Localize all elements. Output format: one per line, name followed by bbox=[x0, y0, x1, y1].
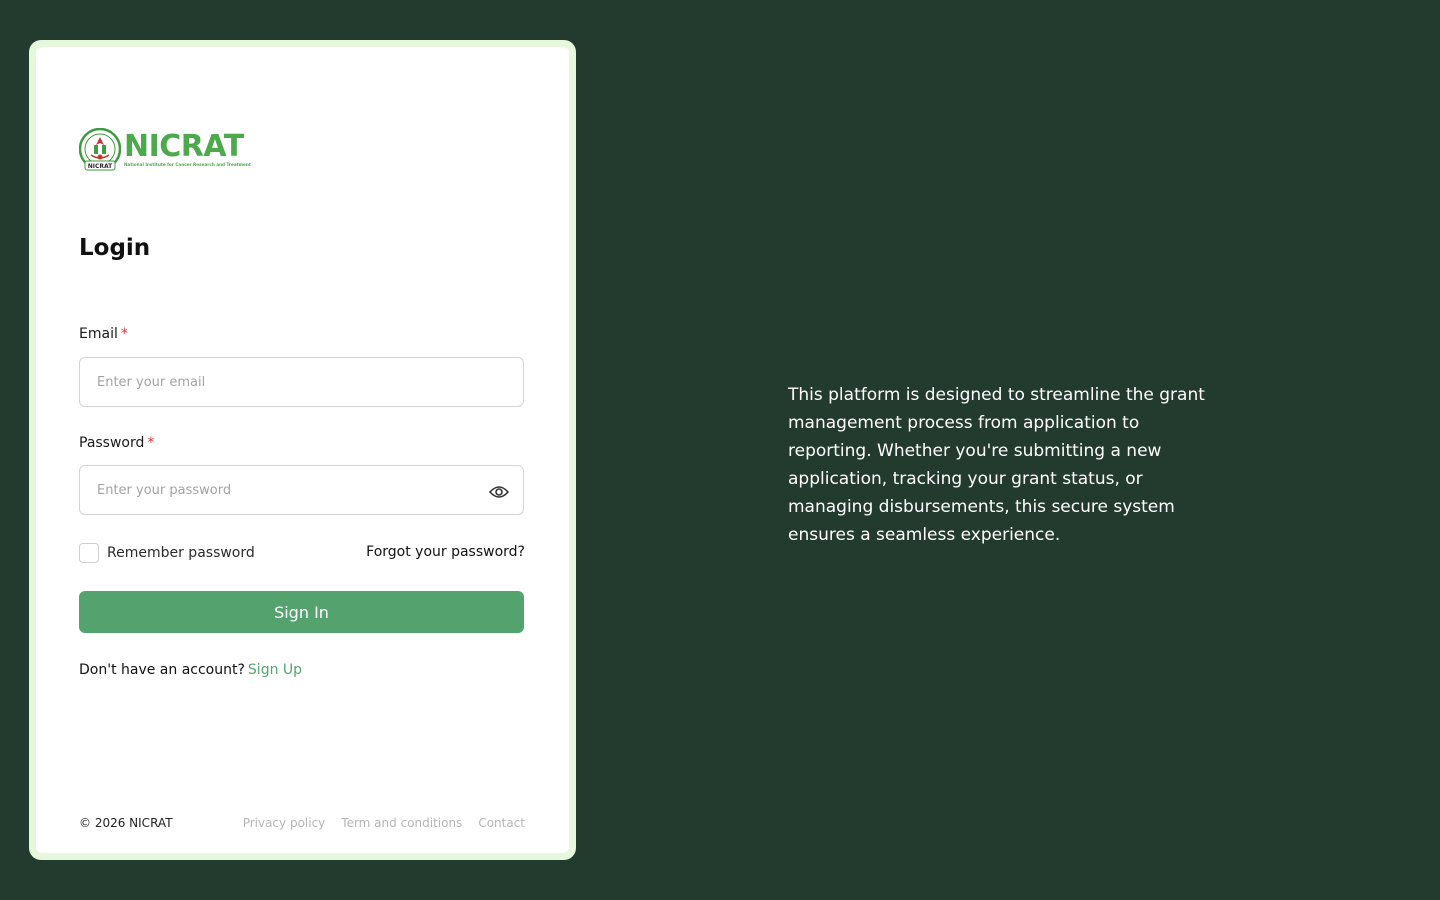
seal-text: NICRAT bbox=[88, 163, 113, 170]
password-label-text: Password bbox=[79, 435, 145, 451]
terms-link[interactable]: Term and conditions bbox=[341, 816, 462, 830]
password-input[interactable] bbox=[79, 465, 524, 515]
eye-icon[interactable] bbox=[488, 484, 510, 500]
login-card-inner: NICRAT NICRAT National Institute for Can… bbox=[36, 47, 569, 853]
sign-in-button[interactable]: Sign In bbox=[79, 591, 524, 633]
signup-prompt: Don't have an account? bbox=[79, 662, 245, 678]
forgot-password-link[interactable]: Forgot your password? bbox=[366, 544, 525, 560]
password-required-marker: * bbox=[147, 435, 155, 451]
logo-text-block: NICRAT National Institute for Cancer Res… bbox=[124, 132, 251, 168]
signup-row: Don't have an account? Sign Up bbox=[79, 662, 302, 678]
brand-logo: NICRAT NICRAT National Institute for Can… bbox=[79, 128, 251, 172]
logo-subtitle: National Institute for Cancer Research a… bbox=[124, 162, 251, 167]
footer-copyright: © 2026 NICRAT bbox=[79, 816, 173, 830]
privacy-policy-link[interactable]: Privacy policy bbox=[243, 816, 326, 830]
nicrat-seal-icon: NICRAT bbox=[79, 128, 121, 171]
email-required-marker: * bbox=[120, 326, 128, 342]
logo-name: NICRAT bbox=[124, 129, 244, 164]
page-title: Login bbox=[79, 235, 151, 261]
login-card: NICRAT NICRAT National Institute for Can… bbox=[29, 40, 576, 860]
platform-description: This platform is designed to streamline … bbox=[788, 385, 1205, 545]
footer-links: Privacy policy Term and conditions Conta… bbox=[243, 816, 525, 830]
remember-label: Remember password bbox=[107, 545, 255, 561]
password-label: Password * bbox=[79, 435, 154, 451]
email-input[interactable] bbox=[79, 357, 524, 407]
email-label-text: Email bbox=[79, 326, 118, 342]
contact-link[interactable]: Contact bbox=[478, 816, 525, 830]
remember-password[interactable]: Remember password bbox=[79, 543, 255, 563]
remember-checkbox[interactable] bbox=[79, 543, 99, 563]
sign-up-link[interactable]: Sign Up bbox=[248, 662, 302, 678]
email-label: Email * bbox=[79, 326, 128, 342]
